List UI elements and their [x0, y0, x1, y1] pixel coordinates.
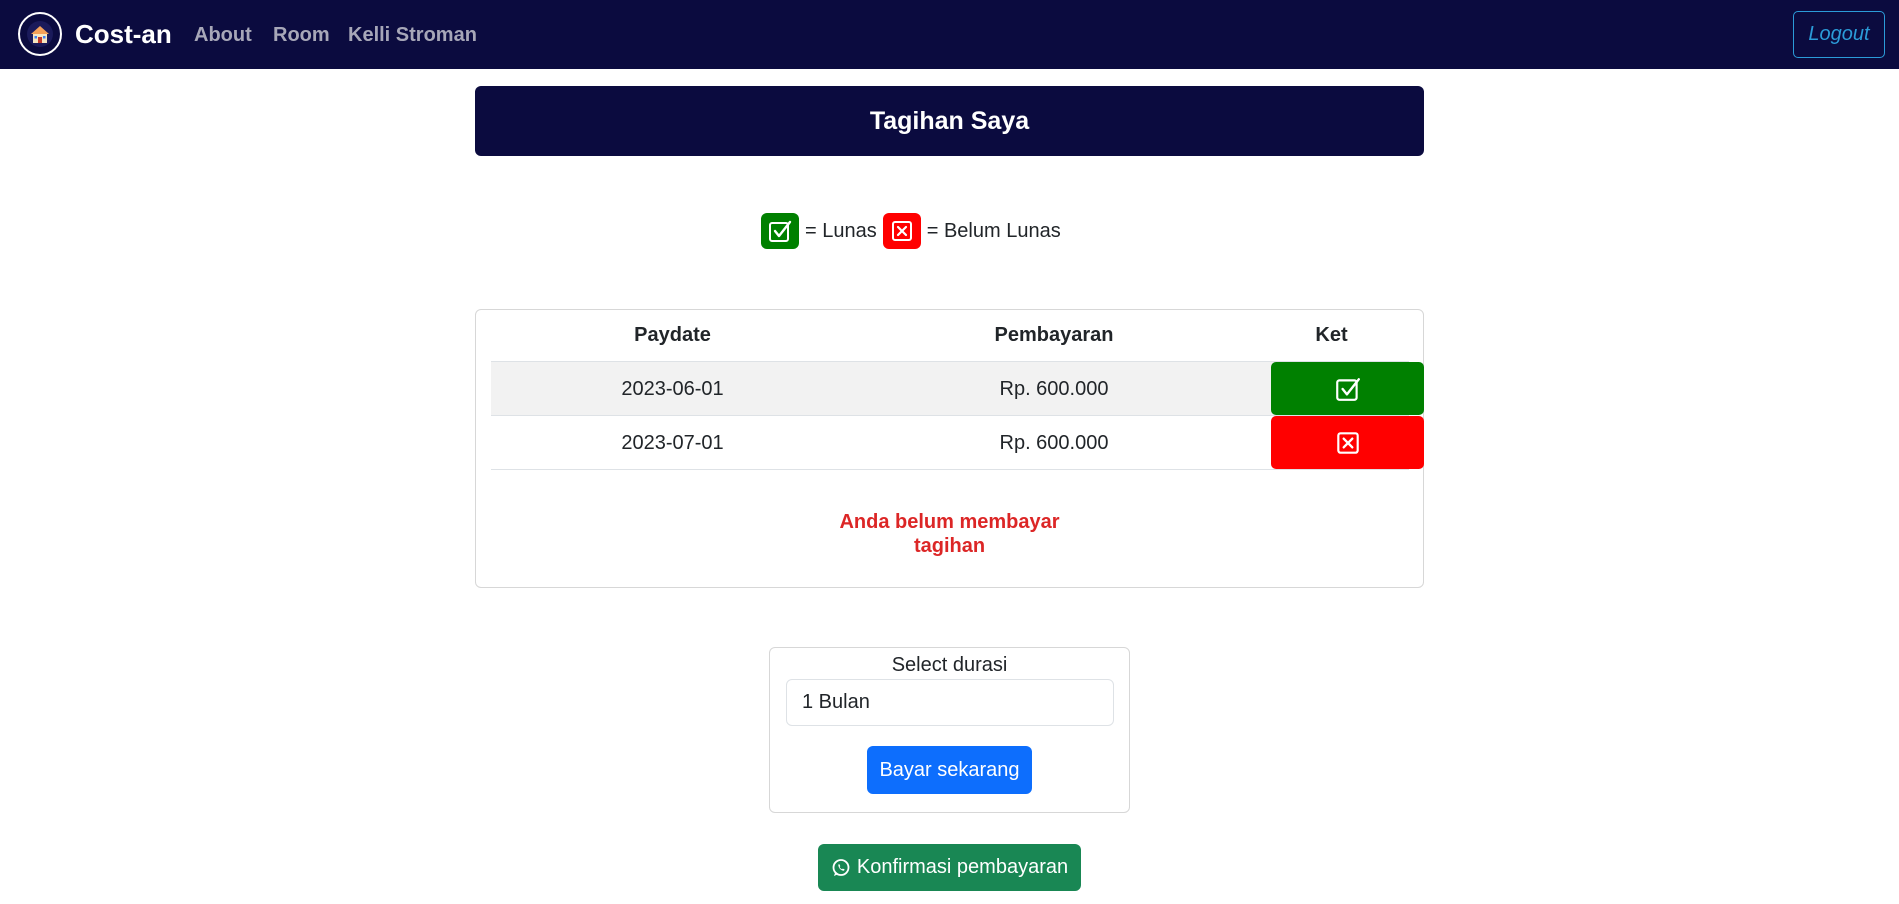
logout-button[interactable]: Logout — [1793, 11, 1885, 58]
pay-now-button[interactable]: Bayar sekarang — [867, 746, 1032, 794]
table-row: 2023-06-01 Rp. 600.000 — [491, 362, 1424, 416]
x-square-icon — [1336, 431, 1359, 454]
legend-paid-label: = Lunas — [805, 219, 877, 242]
table-row: 2023-07-01 Rp. 600.000 — [491, 416, 1424, 470]
house-logo-icon[interactable] — [18, 12, 62, 56]
header-pembayaran: Pembayaran — [994, 324, 1114, 346]
status-legend: = Lunas = Belum Lunas — [761, 212, 1067, 250]
confirm-payment-label: Konfirmasi pembayaran — [856, 856, 1069, 878]
brand-name[interactable]: Cost-an — [75, 18, 172, 50]
header-ket: Ket — [1315, 324, 1348, 346]
confirm-payment-button[interactable]: Konfirmasi pembayaran — [818, 844, 1081, 891]
row-amount: Rp. 600.000 — [999, 377, 1109, 400]
nav-about-link[interactable]: About — [194, 22, 252, 48]
status-unpaid-button[interactable] — [1271, 416, 1424, 469]
legend-unpaid-label: = Belum Lunas — [926, 219, 1061, 242]
duration-label: Select durasi — [891, 654, 1008, 676]
navbar: Cost-an About Room Kelli Stroman Logout — [0, 0, 1899, 69]
table-header: Paydate Pembayaran Ket — [491, 310, 1409, 362]
row-amount: Rp. 600.000 — [999, 431, 1109, 454]
x-square-icon — [882, 213, 921, 249]
unpaid-notice-text: Anda belum membayar tagihan — [839, 511, 1060, 557]
duration-form: Select durasi 1 Bulan Bayar sekarang — [769, 647, 1130, 813]
page-title: Tagihan Saya — [475, 86, 1424, 156]
check-square-icon — [1335, 377, 1360, 401]
row-paydate: 2023-07-01 — [621, 431, 724, 454]
nav-user-link[interactable]: Kelli Stroman — [348, 22, 477, 48]
row-paydate: 2023-06-01 — [621, 377, 724, 400]
status-paid-button[interactable] — [1271, 362, 1424, 415]
check-square-icon — [761, 213, 799, 249]
unpaid-notice: Anda belum membayar tagihan — [476, 510, 1423, 558]
nav-room-link[interactable]: Room — [273, 22, 330, 48]
whatsapp-icon — [831, 858, 851, 878]
duration-select[interactable]: 1 Bulan — [786, 679, 1114, 726]
bills-table-card: Paydate Pembayaran Ket 2023-06-01 Rp. 60… — [475, 309, 1424, 588]
header-paydate: Paydate — [634, 324, 711, 346]
